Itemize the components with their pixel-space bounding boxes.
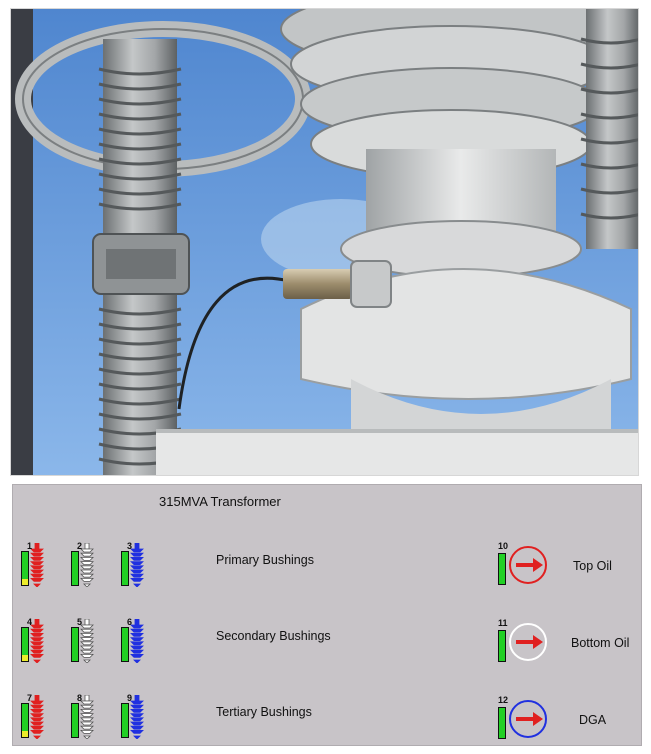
status-bar (21, 551, 29, 586)
status-bar (21, 703, 29, 738)
bushing-icon (130, 618, 144, 668)
status-bar (71, 627, 79, 662)
bushing-row-label: Primary Bushings (216, 553, 314, 567)
oil-sensor-label: DGA (579, 713, 607, 727)
bushing-icon (30, 694, 44, 744)
bushing-sensor-7[interactable]: 7 (21, 693, 51, 740)
alarm-level-fill (22, 579, 28, 585)
bushing-row-label: Tertiary Bushings (216, 705, 312, 719)
panel-title: 315MVA Transformer (159, 494, 281, 509)
right-arrow-dial-icon (508, 622, 548, 667)
bushing-icon (80, 694, 94, 744)
sensor-number: 3 (127, 541, 133, 551)
bushing-icon (80, 618, 94, 668)
status-bar (21, 627, 29, 662)
bushing-sensor-9[interactable]: 9 (121, 693, 151, 740)
status-bar (71, 551, 79, 586)
bushing-sensor-5[interactable]: 5 (71, 617, 101, 664)
sensor-number: 1 (27, 541, 33, 551)
right-arrow-dial-icon (508, 699, 548, 744)
bushing-icon (130, 542, 144, 592)
bushing-icon (30, 618, 44, 668)
bushing-icon (30, 542, 44, 592)
sensor-number: 5 (77, 617, 83, 627)
sensor-number: 7 (27, 693, 33, 703)
status-bar (498, 707, 506, 739)
transformer-photo (10, 8, 639, 476)
bushing-sensor-3[interactable]: 3 (121, 541, 151, 588)
status-bar (498, 630, 506, 662)
bushing-icon (80, 542, 94, 592)
sensor-number: 4 (27, 617, 33, 627)
sensor-number: 12 (498, 695, 509, 705)
bushing-sensor-1[interactable]: 1 (21, 541, 51, 588)
oil-sensor-label: Top Oil (573, 559, 612, 573)
status-bar (121, 551, 129, 586)
sensor-number: 9 (127, 693, 133, 703)
oil-sensor-label: Bottom Oil (571, 636, 630, 650)
status-bar (71, 703, 79, 738)
oil-sensor-11[interactable]: 11 (498, 618, 550, 662)
oil-sensor-10[interactable]: 10 (498, 541, 550, 585)
bushing-icon (130, 694, 144, 744)
alarm-level-fill (22, 731, 28, 737)
sensor-number: 10 (498, 541, 509, 551)
bushing-sensor-6[interactable]: 6 (121, 617, 151, 664)
bushing-row-label: Secondary Bushings (216, 629, 331, 643)
monitoring-panel: 315MVA Transformer 1 2 3 Primary Bushings 4 5… (12, 484, 642, 746)
sensor-number: 6 (127, 617, 133, 627)
right-arrow-dial-icon (508, 545, 548, 590)
sensor-number: 8 (77, 693, 83, 703)
sensor-number: 2 (77, 541, 83, 551)
bushing-sensor-4[interactable]: 4 (21, 617, 51, 664)
sensor-number: 11 (498, 618, 508, 628)
status-bar (121, 703, 129, 738)
status-bar (498, 553, 506, 585)
oil-sensor-12[interactable]: 12 (498, 695, 550, 739)
bushing-sensor-8[interactable]: 8 (71, 693, 101, 740)
status-bar (121, 627, 129, 662)
bushing-sensor-2[interactable]: 2 (71, 541, 101, 588)
alarm-level-fill (22, 655, 28, 661)
